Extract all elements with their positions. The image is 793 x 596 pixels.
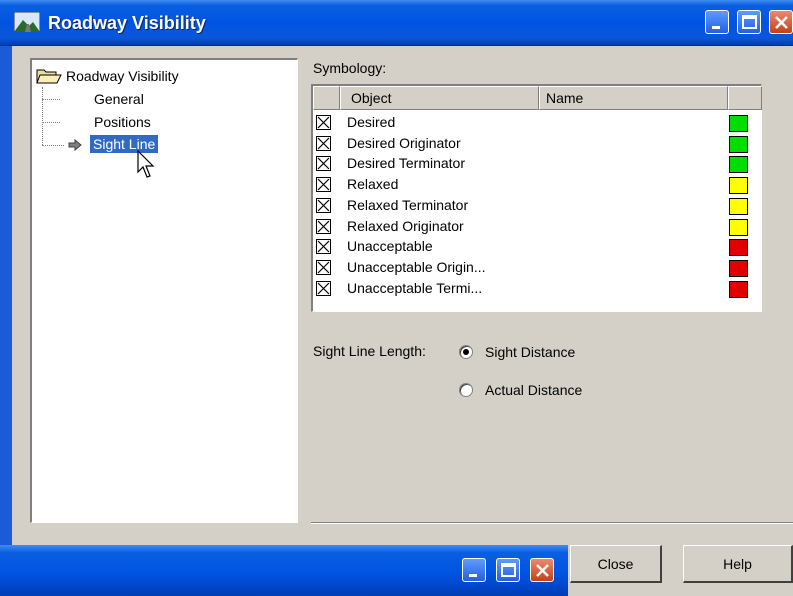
window-title: Roadway Visibility [48, 13, 206, 33]
window-frame-left [0, 46, 12, 596]
folder-open-icon [36, 69, 62, 84]
checkbox-icon[interactable] [316, 115, 331, 130]
symbology-label: Symbology: [313, 60, 387, 76]
symbology-row[interactable]: Desired Originator [313, 133, 762, 154]
checkbox-icon[interactable] [316, 177, 331, 193]
title-bar[interactable]: Roadway Visibility [0, 0, 793, 46]
maximize-button[interactable] [737, 10, 761, 34]
symbology-header: Object Name [313, 86, 762, 110]
row-object-label: Desired Terminator [347, 155, 466, 172]
tree-item-positions[interactable]: Positions [94, 114, 151, 130]
close-icon [775, 16, 788, 29]
symbology-row[interactable]: Unacceptable Origin... [313, 257, 762, 278]
minimize-icon [469, 574, 477, 577]
symbology-row[interactable]: Relaxed [313, 174, 762, 195]
checkbox-icon[interactable] [316, 156, 331, 172]
tree-view[interactable]: Roadway Visibility General Positions Sig… [30, 58, 298, 523]
help-button[interactable]: Help [683, 545, 793, 583]
checkbox-icon[interactable] [316, 280, 331, 296]
color-swatch[interactable] [729, 197, 748, 215]
close-window-button[interactable] [769, 10, 793, 34]
tree-item-general[interactable]: General [94, 91, 144, 107]
tree-connector [42, 87, 43, 145]
column-header-color[interactable] [728, 86, 762, 110]
color-swatch[interactable] [729, 115, 748, 132]
radio-actual-distance[interactable] [459, 383, 473, 397]
maximize-button-2[interactable] [496, 558, 520, 582]
maximize-icon [501, 563, 516, 577]
app-icon [14, 12, 40, 32]
sight-line-length-label: Sight Line Length: [313, 343, 426, 359]
checkbox-icon[interactable] [316, 259, 331, 275]
minimize-button[interactable] [705, 10, 729, 34]
close-window-button-2[interactable] [530, 558, 554, 582]
minimize-icon [712, 26, 720, 29]
radio-label-sight-distance[interactable]: Sight Distance [485, 344, 575, 360]
symbology-row[interactable]: Unacceptable [313, 236, 762, 257]
row-object-label: Relaxed Originator [347, 217, 464, 234]
tree-connector [42, 122, 60, 123]
minimize-button-2[interactable] [462, 558, 486, 582]
color-swatch[interactable] [729, 239, 748, 257]
row-object-label: Desired Originator [347, 134, 461, 151]
column-header-object[interactable]: Object [340, 86, 539, 110]
checkbox-icon[interactable] [316, 239, 331, 255]
tree-connector [42, 99, 60, 100]
color-swatch[interactable] [729, 135, 748, 153]
arrow-right-icon [68, 139, 82, 151]
mouse-cursor-icon [137, 150, 155, 178]
row-object-label: Unacceptable [347, 238, 433, 255]
symbology-row[interactable]: Desired [313, 112, 762, 133]
row-object-label: Relaxed Terminator [347, 196, 469, 213]
color-swatch[interactable] [729, 280, 748, 298]
close-button[interactable]: Close [570, 545, 662, 583]
checkbox-icon[interactable] [316, 135, 331, 151]
checkbox-icon[interactable] [316, 197, 331, 213]
color-swatch[interactable] [729, 177, 748, 195]
close-icon [536, 564, 549, 577]
radio-label-actual-distance[interactable]: Actual Distance [485, 382, 582, 398]
checkbox-icon[interactable] [316, 218, 331, 234]
radio-sight-distance[interactable] [459, 345, 473, 359]
tree-connector [42, 145, 64, 146]
color-swatch[interactable] [729, 259, 748, 277]
maximize-icon [742, 15, 757, 29]
column-header-name[interactable]: Name [539, 86, 728, 110]
symbology-row[interactable]: Desired Terminator [313, 153, 762, 174]
symbology-row[interactable]: Relaxed Terminator [313, 195, 762, 216]
overlapping-window-titlebar[interactable] [0, 545, 568, 596]
color-swatch[interactable] [729, 218, 748, 236]
row-object-label: Unacceptable Termi... [347, 279, 483, 296]
tree-item-roadway-visibility[interactable]: Roadway Visibility [66, 68, 179, 84]
symbology-row[interactable]: Relaxed Originator [313, 216, 762, 237]
column-header-check[interactable] [313, 86, 340, 110]
radio-selected-dot [463, 349, 469, 355]
separator [311, 522, 793, 524]
symbology-row[interactable]: Unacceptable Termi... [313, 278, 762, 299]
symbology-list[interactable]: Object Name Desired Desired Originator Des… [311, 84, 762, 312]
color-swatch[interactable] [729, 156, 748, 174]
row-object-label: Unacceptable Origin... [347, 258, 486, 275]
row-object-label: Relaxed [347, 176, 399, 193]
row-object-label: Desired [347, 114, 396, 130]
